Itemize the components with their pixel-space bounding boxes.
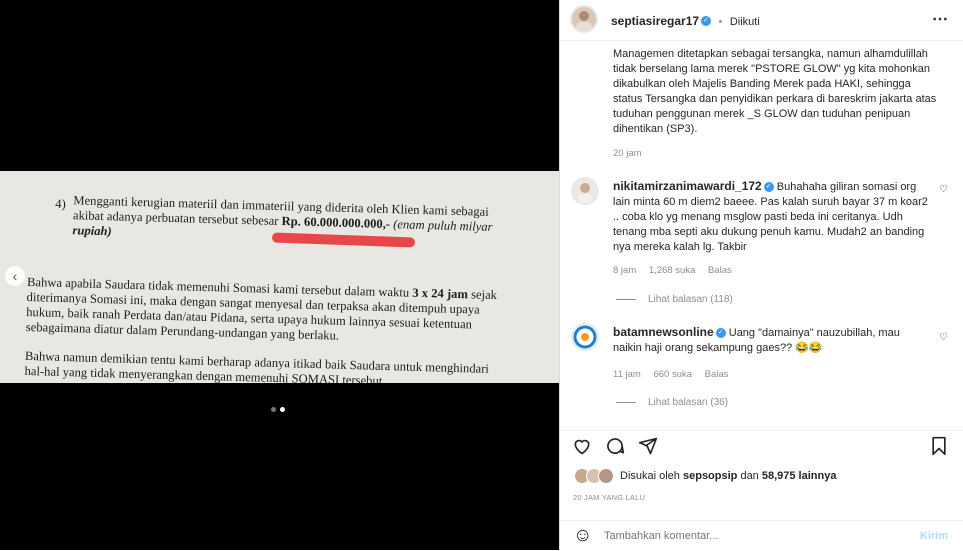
caption-text: Managemen ditetapkan sebagai tersangka, … (613, 48, 937, 135)
comment-likes[interactable]: 660 suka (653, 369, 692, 380)
verified-icon: ✓ (763, 182, 774, 193)
document-photo: 4) Mengganti kerugian materiil dan immat… (0, 171, 559, 383)
comment-meta: 11 jam 660 suka Balas (613, 369, 738, 380)
caption-time: 20 jam (613, 148, 642, 159)
post-header: septiasiregar17 ✓ • Diikuti ⋯ (560, 0, 963, 41)
avatar[interactable] (571, 177, 599, 205)
avatar[interactable] (570, 5, 598, 33)
comment-time: 8 jam (613, 265, 637, 276)
doc-item-number: 4) (55, 196, 66, 212)
verified-icon: ✓ (715, 328, 726, 339)
post-timestamp: 20 JAM YANG LALU (573, 493, 646, 502)
emoji-icon[interactable]: ☺ (573, 526, 592, 546)
view-replies-button[interactable]: Lihat balasan (36) (616, 397, 728, 408)
comment-composer: ☺ Kirim (560, 520, 963, 551)
likes-summary: Disukai oleh sepsopsip dan 58,975 lainny… (574, 468, 836, 484)
comment-icon[interactable] (605, 436, 625, 462)
comment-meta: 8 jam 1,268 suka Balas (613, 265, 742, 276)
post-username[interactable]: septiasiregar17 (611, 14, 699, 28)
carousel-dot-active (280, 407, 285, 412)
comment-username[interactable]: nikitamirzanimawardi_172 (613, 179, 762, 193)
carousel-indicator (271, 407, 285, 412)
likes-count[interactable]: 58,975 lainnya (762, 470, 837, 482)
comment-text: nikitamirzanimawardi_172 ✓ Buhahaha gilir… (613, 179, 928, 253)
avatar[interactable] (571, 323, 599, 351)
post-sidebar: septiasiregar17 ✓ • Diikuti ⋯ Managemen d… (559, 0, 963, 550)
claim-amount: Rp. 60.000.000.000,- (281, 214, 391, 232)
comment-like-icon[interactable]: ♡ (939, 184, 948, 195)
comment-likes[interactable]: 1,268 suka (649, 265, 695, 276)
header-user-line: septiasiregar17 ✓ • Diikuti (611, 12, 760, 30)
heart-icon[interactable] (572, 436, 592, 462)
follow-status[interactable]: Diikuti (730, 16, 760, 28)
liker-username[interactable]: sepsopsip (683, 470, 737, 482)
comment-like-icon[interactable]: ♡ (939, 332, 948, 343)
chevron-left-icon[interactable]: ‹ (5, 266, 25, 286)
likes-text: Disukai oleh sepsopsip dan 58,975 lainny… (620, 470, 837, 482)
comment-input[interactable] (604, 528, 904, 544)
comment-text: batamnewsonline ✓ Uang "damainya" nauzubi… (613, 325, 900, 354)
avatar[interactable] (598, 468, 614, 484)
more-options-icon[interactable]: ⋯ (932, 9, 948, 29)
reply-button[interactable]: Balas (708, 265, 732, 276)
somasi-document: 4) Mengganti kerugian materiil dan immat… (0, 177, 559, 383)
carousel-dot (271, 407, 276, 412)
post-media: 4) Mengganti kerugian materiil dan immat… (0, 0, 559, 550)
view-replies-button[interactable]: Lihat balasan (118) (616, 294, 733, 305)
bookmark-icon[interactable] (930, 436, 948, 462)
action-bar (560, 430, 963, 461)
comment-username[interactable]: batamnewsonline (613, 325, 714, 339)
doc-line: rupiah) (72, 223, 112, 239)
submit-comment-button[interactable]: Kirim (920, 530, 948, 542)
reply-button[interactable]: Balas (705, 369, 729, 380)
separator: • (718, 16, 723, 28)
verified-icon: ✓ (701, 15, 712, 26)
share-icon[interactable] (638, 436, 658, 462)
comment-time: 11 jam (613, 369, 641, 380)
